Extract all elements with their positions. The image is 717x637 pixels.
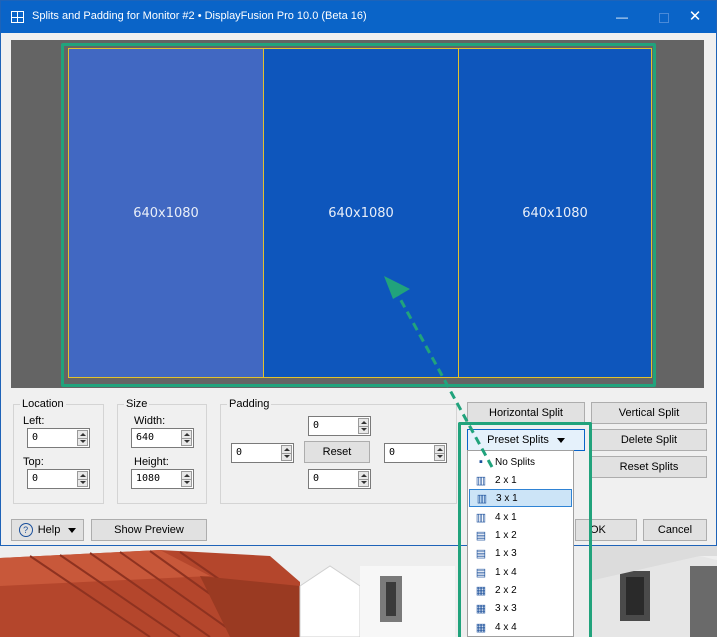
ok-label: OK xyxy=(590,524,606,536)
left-spinner-arrows[interactable] xyxy=(77,430,88,446)
vertical-split-button[interactable]: Vertical Split xyxy=(591,402,707,424)
width-label: Width: xyxy=(134,415,166,427)
minimize-button[interactable]: — xyxy=(601,1,643,33)
padding-right-input[interactable]: 0 xyxy=(384,443,447,463)
width-value: 640 xyxy=(136,432,155,443)
top-label: Top: xyxy=(23,456,44,468)
preview-highlight-box xyxy=(61,43,656,387)
padding-bottom-input[interactable]: 0 xyxy=(308,469,371,489)
padding-group-title: Padding xyxy=(227,398,272,410)
left-input[interactable]: 0 xyxy=(27,428,90,448)
padding-right-spinner-arrows[interactable] xyxy=(434,445,445,461)
house-roof-image xyxy=(0,546,717,637)
left-value: 0 xyxy=(32,432,39,443)
size-group-title: Size xyxy=(124,398,150,410)
title-bar[interactable]: Splits and Padding for Monitor #2 • Disp… xyxy=(1,1,716,33)
height-input[interactable]: 1080 xyxy=(131,469,194,489)
close-button[interactable]: ✕ xyxy=(674,1,716,33)
padding-right-value: 0 xyxy=(389,447,396,458)
help-button[interactable]: ? Help xyxy=(11,519,84,541)
app-icon xyxy=(11,11,24,23)
background-photo xyxy=(0,546,717,637)
top-value: 0 xyxy=(32,473,39,484)
horizontal-split-button[interactable]: Horizontal Split xyxy=(467,402,585,424)
padding-reset-button[interactable]: Reset xyxy=(304,441,370,463)
delete-split-button[interactable]: Delete Split xyxy=(591,429,707,451)
width-input[interactable]: 640 xyxy=(131,428,194,448)
height-spinner-arrows[interactable] xyxy=(181,471,192,487)
padding-left-spinner-arrows[interactable] xyxy=(281,445,292,461)
height-value: 1080 xyxy=(136,473,161,484)
left-label: Left: xyxy=(23,415,45,427)
help-label: Help xyxy=(37,524,61,536)
padding-top-input[interactable]: 0 xyxy=(308,416,371,436)
show-preview-button[interactable]: Show Preview xyxy=(91,519,207,541)
padding-left-input[interactable]: 0 xyxy=(231,443,294,463)
top-spinner-arrows[interactable] xyxy=(77,471,88,487)
chevron-down-icon xyxy=(68,527,77,533)
top-input[interactable]: 0 xyxy=(27,469,90,489)
padding-left-value: 0 xyxy=(236,447,243,458)
padding-bottom-value: 0 xyxy=(313,473,320,484)
padding-top-value: 0 xyxy=(313,420,320,431)
reset-splits-button[interactable]: Reset Splits xyxy=(591,456,707,478)
location-group-title: Location xyxy=(20,398,66,410)
height-label: Height: xyxy=(134,456,169,468)
menu-highlight-box xyxy=(458,422,592,637)
padding-bottom-spinner-arrows[interactable] xyxy=(358,471,369,487)
cancel-button[interactable]: Cancel xyxy=(643,519,707,541)
maximize-icon xyxy=(659,12,669,23)
width-spinner-arrows[interactable] xyxy=(181,430,192,446)
help-icon: ? xyxy=(18,523,33,537)
padding-top-spinner-arrows[interactable] xyxy=(358,418,369,434)
window-title: Splits and Padding for Monitor #2 • Disp… xyxy=(32,10,367,22)
